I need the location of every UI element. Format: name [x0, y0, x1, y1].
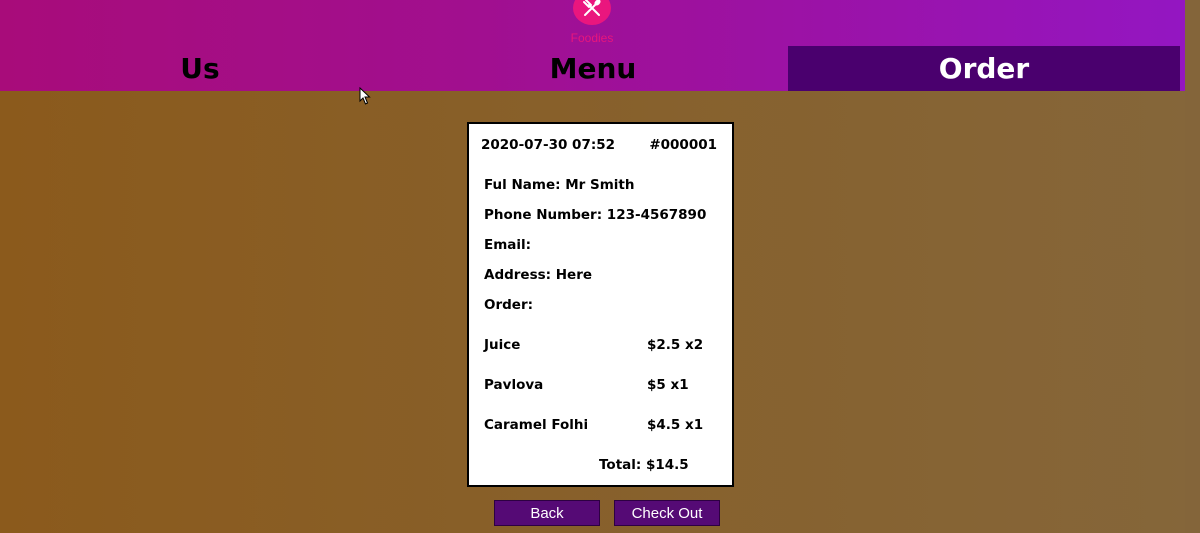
tab-menu[interactable]: Menu — [393, 46, 793, 91]
customer-name: Ful Name: Mr Smith — [484, 177, 635, 193]
customer-email: Email: — [484, 237, 532, 253]
tab-order[interactable]: Order — [788, 46, 1180, 91]
customer-phone: Phone Number: 123-4567890 — [484, 207, 707, 223]
order-heading: Order: — [484, 297, 534, 313]
order-item-name: Pavlova — [484, 377, 544, 393]
mouse-cursor-icon — [359, 86, 371, 109]
order-item-name: Caramel Folhi — [484, 417, 589, 433]
fork-spoon-icon — [583, 0, 601, 16]
tab-us[interactable]: Us — [0, 46, 400, 91]
order-receipt: 2020-07-30 07:52 #000001 Ful Name: Mr Sm… — [467, 122, 734, 487]
order-total: Total: $14.5 — [599, 457, 689, 473]
order-item-price: $5 x1 — [647, 377, 689, 393]
checkout-button[interactable]: Check Out — [614, 500, 720, 526]
order-item-price: $2.5 x2 — [647, 337, 704, 353]
back-button[interactable]: Back — [494, 500, 600, 526]
customer-address: Address: Here — [484, 267, 593, 283]
order-item-price: $4.5 x1 — [647, 417, 704, 433]
order-datetime: 2020-07-30 07:52 — [481, 137, 616, 153]
order-number: #000001 — [649, 137, 717, 153]
window-edge — [1185, 0, 1200, 533]
order-item-name: Juice — [484, 337, 521, 353]
logo-text: Foodies — [570, 31, 614, 45]
